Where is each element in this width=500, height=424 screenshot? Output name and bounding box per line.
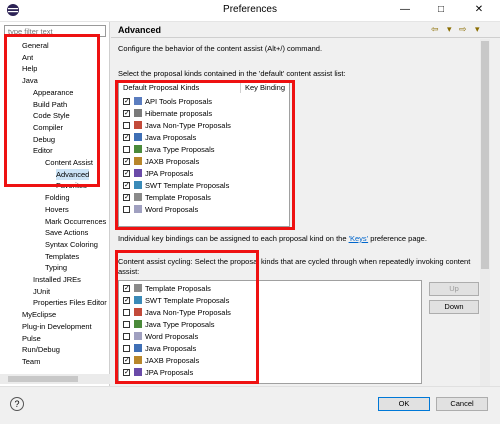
down-button[interactable]: Down bbox=[429, 300, 479, 314]
ok-button[interactable]: OK bbox=[378, 397, 430, 411]
tree-item[interactable]: Plug-in Development bbox=[22, 321, 92, 332]
cancel-button[interactable]: Cancel bbox=[436, 397, 488, 411]
page-vertical-scrollbar[interactable] bbox=[480, 39, 490, 389]
highlight-box-default-list bbox=[115, 80, 295, 230]
tree-item[interactable]: Run/Debug bbox=[22, 344, 60, 355]
page-scroll-thumb[interactable] bbox=[481, 41, 489, 269]
tree-item[interactable]: Save Actions bbox=[45, 227, 88, 238]
page-header: Advanced ⇦ ▾ ⇨ ▾ bbox=[111, 22, 500, 38]
dialog-button-bar: ? OK Cancel bbox=[0, 386, 500, 424]
menu-chevron-icon-2[interactable]: ▾ bbox=[475, 24, 480, 35]
up-button[interactable]: Up bbox=[429, 282, 479, 296]
keys-text-before: Individual key bindings can be assigned … bbox=[118, 234, 349, 243]
tree-item[interactable]: Hovers bbox=[45, 204, 69, 215]
tree-item[interactable]: Team bbox=[22, 356, 40, 367]
keys-link[interactable]: 'Keys' bbox=[349, 234, 369, 243]
tree-item[interactable]: Syntax Coloring bbox=[45, 239, 98, 250]
page-description: Configure the behavior of the content as… bbox=[118, 44, 323, 53]
help-icon[interactable]: ? bbox=[10, 397, 24, 411]
tree-item[interactable]: Folding bbox=[45, 192, 70, 203]
default-list-label: Select the proposal kinds contained in t… bbox=[118, 69, 346, 78]
tree-scroll-thumb[interactable] bbox=[8, 376, 78, 382]
menu-chevron-icon[interactable]: ▾ bbox=[447, 24, 452, 35]
minimize-button[interactable]: — bbox=[388, 0, 422, 20]
tree-item[interactable]: Templates bbox=[45, 251, 79, 262]
back-arrow-icon[interactable]: ⇦ bbox=[431, 24, 439, 35]
tree-item[interactable]: Mark Occurrences bbox=[45, 216, 106, 227]
keys-text-after: preference page. bbox=[368, 234, 427, 243]
tree-item[interactable]: Properties Files Editor bbox=[33, 297, 107, 308]
keys-info-text: Individual key bindings can be assigned … bbox=[118, 234, 427, 243]
close-button[interactable]: ✕ bbox=[462, 0, 496, 20]
tree-item[interactable]: JUnit bbox=[33, 286, 50, 297]
tree-item[interactable]: Typing bbox=[45, 262, 67, 273]
highlight-box-cycling-list bbox=[115, 250, 259, 384]
title-bar: Preferences — □ ✕ bbox=[0, 0, 500, 22]
maximize-button[interactable]: □ bbox=[424, 0, 458, 20]
tree-horizontal-scrollbar[interactable] bbox=[0, 374, 110, 384]
page-title: Advanced bbox=[118, 25, 162, 35]
tree-item[interactable]: Pulse bbox=[22, 333, 41, 344]
tree-item[interactable]: Installed JREs bbox=[33, 274, 81, 285]
forward-arrow-icon[interactable]: ⇨ bbox=[459, 24, 467, 35]
highlight-box-tree bbox=[4, 34, 100, 187]
tree-item[interactable]: MyEclipse bbox=[22, 309, 56, 320]
